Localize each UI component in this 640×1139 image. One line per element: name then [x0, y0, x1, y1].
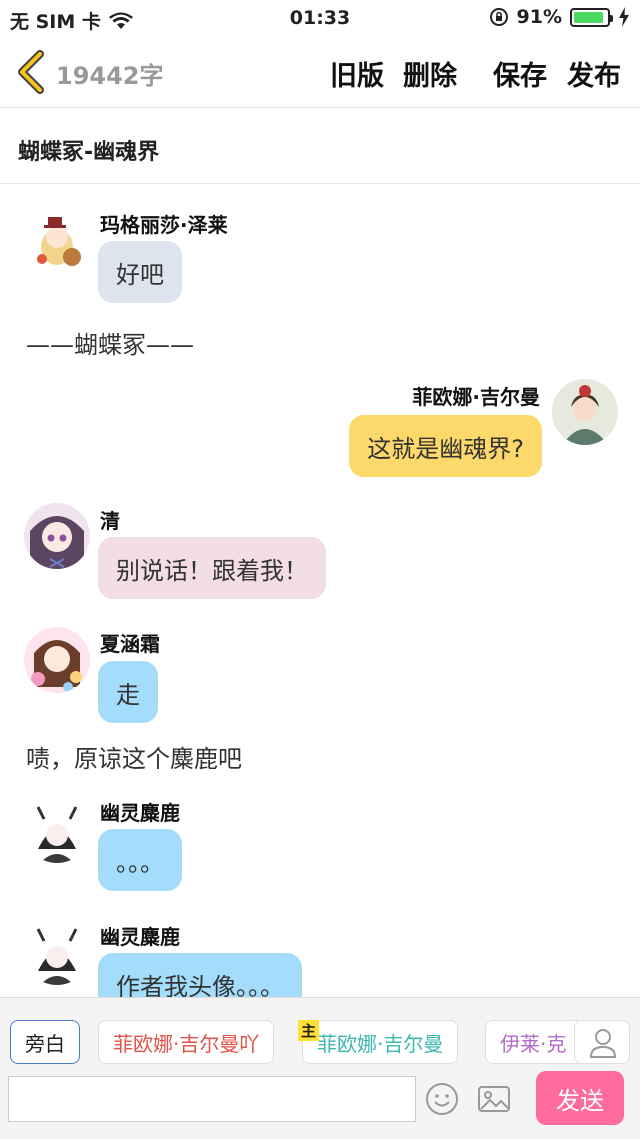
message-bubble[interactable]: 别说话！跟着我！: [98, 537, 326, 599]
send-button[interactable]: 发送: [536, 1071, 624, 1125]
smiley-icon[interactable]: [424, 1081, 460, 1117]
narration-text: 啧，原谅这个麋鹿吧: [26, 745, 242, 773]
charging-icon: [619, 7, 629, 27]
battery-icon: [570, 7, 613, 27]
message-bubble[interactable]: 作者我头像。。。: [98, 953, 302, 997]
avatar[interactable]: [24, 919, 90, 985]
user-icon: [589, 1029, 617, 1058]
message-bubble[interactable]: 。。。: [98, 829, 182, 891]
battery-fill: [574, 11, 604, 23]
old-version-button[interactable]: 旧版: [330, 54, 384, 93]
status-right: 91%: [489, 6, 630, 28]
chapter-title-bar[interactable]: 蝴蝶冢-幽魂界: [0, 108, 640, 184]
save-button[interactable]: 保存: [493, 54, 547, 93]
editor-header: 19442字 旧版 删除 保存 发布: [0, 36, 640, 108]
avatar[interactable]: [24, 797, 90, 863]
speaker-name: 夏涵霜: [100, 632, 160, 656]
status-bar: 无 SIM 卡 01:33 91%: [0, 0, 640, 36]
word-count: 19442字: [56, 62, 164, 90]
role-chip[interactable]: 菲欧娜·吉尔曼: [302, 1020, 459, 1064]
publish-button[interactable]: 发布: [567, 54, 621, 93]
avatar[interactable]: [24, 627, 90, 693]
role-selector-bar[interactable]: 旁白 菲欧娜·吉尔曼吖 主 菲欧娜·吉尔曼 伊莱·克: [0, 998, 640, 1068]
role-chip-narrator[interactable]: 旁白: [10, 1020, 80, 1064]
speaker-name: 幽灵麋鹿: [100, 801, 180, 825]
app-root: 无 SIM 卡 01:33 91% 19442字 旧版 删除 保存 发布 蝴蝶冢…: [0, 0, 640, 1139]
message-bubble[interactable]: 走: [98, 661, 158, 723]
battery-percent: 91%: [516, 6, 562, 28]
message-input[interactable]: [8, 1076, 416, 1122]
composer-panel: 旁白 菲欧娜·吉尔曼吖 主 菲欧娜·吉尔曼 伊莱·克 发送: [0, 997, 640, 1139]
chat-area[interactable]: 玛格丽莎·泽莱 好吧 ——蝴蝶冢—— 菲欧娜·吉尔曼 这就是幽魂界? 清 别说话…: [0, 185, 640, 997]
speaker-name: 清: [100, 509, 120, 533]
main-role-badge: 主: [298, 1020, 319, 1041]
narration-text: ——蝴蝶冢——: [26, 331, 194, 359]
speaker-name: 幽灵麋鹿: [100, 925, 180, 949]
message-bubble[interactable]: 好吧: [98, 241, 182, 303]
rotation-lock-icon: [489, 8, 508, 26]
message-bubble[interactable]: 这就是幽魂界?: [349, 415, 542, 477]
avatar[interactable]: [24, 207, 90, 273]
avatar[interactable]: [552, 379, 618, 445]
image-icon[interactable]: [476, 1081, 512, 1117]
speaker-name: 菲欧娜·吉尔曼: [412, 385, 540, 409]
add-role-button[interactable]: [574, 1020, 630, 1064]
back-arrow-icon[interactable]: [14, 50, 48, 94]
role-chip[interactable]: 菲欧娜·吉尔曼吖: [98, 1020, 275, 1064]
speaker-name: 玛格丽莎·泽莱: [100, 213, 228, 237]
delete-button[interactable]: 删除: [403, 54, 457, 93]
avatar[interactable]: [24, 503, 90, 569]
chapter-title: 蝴蝶冢-幽魂界: [18, 140, 160, 165]
role-chip[interactable]: 伊莱·克: [485, 1020, 585, 1064]
